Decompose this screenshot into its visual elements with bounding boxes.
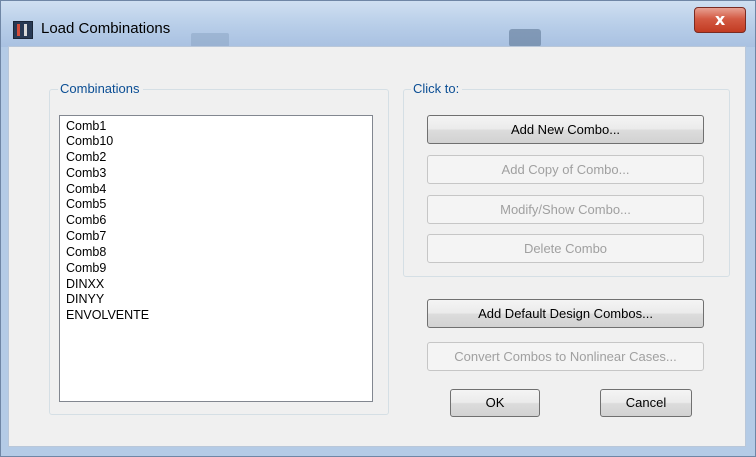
close-icon: x xyxy=(714,10,726,29)
click-to-group-label: Click to: xyxy=(411,81,463,96)
combinations-list[interactable]: Comb1 Comb10 Comb2 Comb3 Comb4 Comb5 Com… xyxy=(59,115,373,402)
titlebar-background-shape xyxy=(509,29,541,47)
list-item[interactable]: Comb8 xyxy=(66,246,106,259)
close-button[interactable]: x xyxy=(694,7,746,33)
list-item[interactable]: Comb1 xyxy=(66,120,106,133)
window-title: Load Combinations xyxy=(41,20,171,37)
list-item[interactable]: ENVOLVENTE xyxy=(66,309,149,322)
modify-show-combo-label: Modify/Show Combo... xyxy=(500,202,631,217)
list-item[interactable]: Comb4 xyxy=(66,183,106,196)
combinations-group-label: Combinations xyxy=(58,81,143,96)
add-new-combo-label: Add New Combo... xyxy=(510,122,621,137)
add-default-design-combos-label: Add Default Design Combos... xyxy=(478,306,653,321)
list-item[interactable]: Comb10 xyxy=(66,135,113,148)
title-bar[interactable]: Load Combinations x xyxy=(1,1,755,47)
list-item[interactable]: Comb5 xyxy=(66,198,106,211)
add-new-combo-button[interactable]: Add New Combo... xyxy=(427,115,704,144)
add-default-design-combos-button[interactable]: Add Default Design Combos... xyxy=(427,299,704,328)
titlebar-background-shape xyxy=(191,33,229,47)
list-item[interactable]: Comb3 xyxy=(66,167,106,180)
app-icon[interactable] xyxy=(13,21,33,39)
list-item[interactable]: Comb2 xyxy=(66,151,106,164)
delete-combo-button[interactable]: Delete Combo xyxy=(427,234,704,263)
ok-label: OK xyxy=(485,395,505,410)
cancel-label: Cancel xyxy=(625,395,667,410)
delete-combo-label: Delete Combo xyxy=(523,241,608,256)
list-item[interactable]: Comb9 xyxy=(66,262,106,275)
ok-button[interactable]: OK xyxy=(450,389,540,417)
list-item[interactable]: DINXX xyxy=(66,278,104,291)
cancel-button[interactable]: Cancel xyxy=(600,389,692,417)
list-item[interactable]: Comb7 xyxy=(66,230,106,243)
convert-combos-nonlinear-label: Convert Combos to Nonlinear Cases... xyxy=(454,349,677,364)
list-item[interactable]: Comb6 xyxy=(66,214,106,227)
add-copy-combo-button[interactable]: Add Copy of Combo... xyxy=(427,155,704,184)
list-item[interactable]: DINYY xyxy=(66,293,104,306)
add-copy-combo-label: Add Copy of Combo... xyxy=(501,162,630,177)
convert-combos-nonlinear-button[interactable]: Convert Combos to Nonlinear Cases... xyxy=(427,342,704,371)
modify-show-combo-button[interactable]: Modify/Show Combo... xyxy=(427,195,704,224)
